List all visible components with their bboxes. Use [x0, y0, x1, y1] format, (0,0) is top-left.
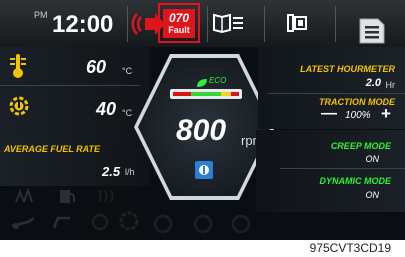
eco-bar-green: [191, 92, 221, 96]
manual-menu-icon[interactable]: [212, 12, 244, 34]
seat-indicator-icon: [50, 214, 74, 235]
divider: [280, 168, 405, 169]
hourmeter-value: 2.0: [365, 77, 381, 89]
dashboard-screen: PM 12:00 070 Fault 60 °C 40 °C AVERAGE F…: [0, 0, 405, 240]
fuel-rate-value: 2.5: [102, 164, 121, 179]
ampm-indicator: PM: [34, 10, 48, 20]
dynamic-mode-label[interactable]: DYNAMIC MODE: [320, 176, 392, 186]
left-gauges-panel: 60 °C 40 °C: [0, 47, 150, 142]
hydraulic-indicator-icon: [14, 186, 34, 209]
divider: [127, 6, 128, 42]
screen-switch-icon[interactable]: [287, 14, 307, 32]
eco-bar-red-right: [231, 92, 239, 96]
bottom-indicator-row: [150, 210, 260, 238]
creep-mode-label[interactable]: CREEP MODE: [331, 141, 391, 151]
right-info-panel: LATEST HOURMETER 2.0 Hr TRACTION MODE — …: [258, 47, 405, 129]
fault-code: 070: [168, 11, 190, 25]
gear-indicator-icon: [118, 210, 140, 237]
right-mode-panel: CREEP MODE ON DYNAMIC MODE ON: [256, 130, 405, 212]
transmission-oil-temperature-icon: [8, 95, 30, 117]
engine-indicator-icon: [152, 214, 174, 239]
coolant-temperature-icon: [8, 53, 28, 79]
brake-indicator-icon: [90, 212, 110, 237]
filter-indicator-icon: [192, 214, 214, 239]
fault-indicator[interactable]: 070 Fault: [158, 3, 200, 43]
traction-increase-button[interactable]: +: [381, 104, 391, 124]
fault-label: Fault: [168, 25, 190, 35]
main-menu-button[interactable]: [358, 17, 386, 45]
fuel-rate-label: AVERAGE FUEL RATE: [4, 144, 101, 154]
top-bar: PM 12:00 070 Fault: [0, 0, 405, 47]
eco-label: ECO: [209, 76, 227, 85]
transmission-oil-temperature-unit: °C: [122, 108, 133, 118]
traction-decrease-button[interactable]: —: [321, 105, 337, 123]
creep-mode-value: ON: [365, 154, 380, 164]
indicator-lamps-area: [0, 186, 150, 238]
figure-caption: 975CVT3CD19: [309, 241, 391, 255]
oil-pressure-indicator-icon: [10, 214, 36, 235]
divider: [264, 6, 265, 42]
hourmeter-label: LATEST HOURMETER: [300, 64, 395, 74]
fuel-rate-panel: AVERAGE FUEL RATE 2.5 l/h: [0, 142, 150, 186]
parking-indicator-icon: [230, 214, 252, 239]
divider: [0, 85, 140, 86]
eco-bar-yellow: [221, 92, 231, 96]
coolant-temperature-value: 60: [86, 57, 107, 77]
divider: [207, 6, 208, 42]
coolant-temperature-unit: °C: [122, 66, 133, 76]
divider: [335, 6, 336, 42]
eco-load-bar: [170, 89, 242, 99]
transmission-mode-icon: [194, 160, 214, 185]
rpm-value: 800: [176, 114, 227, 147]
divider: [268, 93, 405, 94]
clock-time: 12:00: [52, 11, 114, 38]
transmission-oil-temperature-value: 40: [96, 99, 117, 119]
preheat-indicator-icon: [96, 188, 116, 209]
traction-mode-value: 100%: [345, 110, 371, 121]
hourmeter-unit: Hr: [385, 80, 396, 90]
fuel-indicator-icon: [58, 188, 76, 209]
eco-bar-red-left: [173, 92, 191, 96]
dynamic-mode-value: ON: [365, 190, 380, 200]
